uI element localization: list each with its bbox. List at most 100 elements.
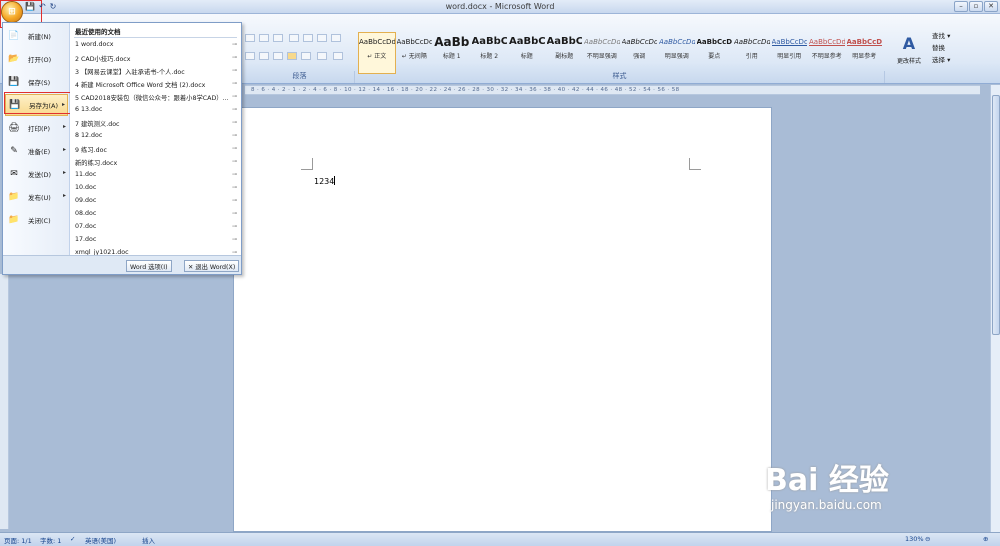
decrease-indent-icon[interactable]: [289, 34, 299, 42]
zoom-in-icon[interactable]: ⊕: [983, 535, 988, 543]
menu-publish[interactable]: 📁 发布(U) ▸: [5, 186, 68, 208]
horizontal-ruler[interactable]: 8 · 6 · 4 · 2 · 1 · 2 · 4 · 6 · 8 · 10 ·…: [245, 85, 980, 95]
shading-icon[interactable]: [333, 52, 343, 60]
multilevel-icon[interactable]: [273, 34, 283, 42]
maximize-icon[interactable]: ▫: [969, 1, 983, 12]
align-left-icon[interactable]: [245, 52, 255, 60]
menu-footer: Word 选项(I) ✕ 退出 Word(X): [3, 255, 241, 274]
scrollbar-thumb[interactable]: [992, 95, 1000, 335]
redo-icon[interactable]: ↻: [50, 2, 57, 11]
align-center-icon[interactable]: [259, 52, 269, 60]
margin-corner-top-right: [689, 158, 701, 170]
undo-icon[interactable]: ↶: [39, 2, 46, 11]
style-intense-emphasis[interactable]: AaBbCcDd 明显强调: [658, 32, 696, 74]
pin-icon[interactable]: ⊸: [232, 93, 237, 100]
recent-doc-item[interactable]: 1 word.docx ⊸: [75, 41, 237, 53]
distribute-icon[interactable]: [301, 52, 311, 60]
pin-icon[interactable]: ⊸: [232, 236, 237, 243]
recent-doc-item[interactable]: 7 建筑测义.doc ⊸: [75, 119, 237, 131]
pin-icon[interactable]: ⊸: [232, 80, 237, 87]
line-spacing-icon[interactable]: [317, 52, 327, 60]
pin-icon[interactable]: ⊸: [232, 132, 237, 139]
style-title[interactable]: AaBbC 标题: [508, 32, 546, 74]
increase-indent-icon[interactable]: [303, 34, 313, 42]
word-options-button[interactable]: Word 选项(I): [126, 260, 172, 272]
style-quote[interactable]: AaBbCcDd 引用: [733, 32, 771, 74]
pin-icon[interactable]: ⊸: [232, 67, 237, 74]
recent-doc-item[interactable]: 07.doc ⊸: [75, 223, 237, 235]
pin-icon[interactable]: ⊸: [232, 210, 237, 217]
zoom-out-icon[interactable]: ⊖: [925, 535, 930, 543]
menu-print[interactable]: 🖨 打印(P) ▸: [5, 117, 68, 139]
recent-doc-item[interactable]: 新的练习.docx ⊸: [75, 158, 237, 170]
document-body[interactable]: 1234: [314, 176, 336, 186]
status-language[interactable]: 英语(美国): [85, 535, 116, 545]
recent-doc-item[interactable]: 08.doc ⊸: [75, 210, 237, 222]
style-emphasis[interactable]: AaBbCcDd 强调: [621, 32, 659, 74]
recent-doc-item[interactable]: 09.doc ⊸: [75, 197, 237, 209]
justify-icon[interactable]: [287, 52, 297, 60]
recent-doc-item[interactable]: 6 13.doc ⊸: [75, 106, 237, 118]
style-subtle-emphasis[interactable]: AaBbCcDd 不明显强调: [583, 32, 621, 74]
vertical-scrollbar[interactable]: [990, 85, 1000, 533]
quick-access-toolbar: 💾 ↶ ↻: [25, 2, 56, 11]
find-button[interactable]: 查找 ▾: [932, 30, 988, 42]
pin-icon[interactable]: ⊸: [232, 106, 237, 113]
select-button[interactable]: 选择 ▾: [932, 54, 988, 66]
pin-icon[interactable]: ⊸: [232, 223, 237, 230]
pin-icon[interactable]: ⊸: [232, 54, 237, 61]
menu-new[interactable]: 📄 新建(N): [5, 25, 68, 47]
status-zoom[interactable]: 130%: [905, 535, 924, 543]
recent-doc-item[interactable]: 4 新建 Microsoft Office Word 文档 (2).docx ⊸: [75, 80, 237, 92]
menu-open[interactable]: 📂 打开(O): [5, 48, 68, 70]
style-heading-2[interactable]: AaBbC 标题 2: [471, 32, 509, 74]
exit-word-button[interactable]: ✕ 退出 Word(X): [184, 260, 240, 272]
align-right-icon[interactable]: [273, 52, 283, 60]
style-intense-quote[interactable]: AaBbCcDd 明显引用: [771, 32, 809, 74]
document-page[interactable]: 1234: [233, 107, 772, 532]
submenu-arrow-icon: ▸: [62, 123, 66, 130]
spellcheck-icon[interactable]: ✓: [70, 535, 75, 543]
recent-doc-item[interactable]: 9 练习.doc ⊸: [75, 145, 237, 157]
status-words[interactable]: 字数: 1: [40, 535, 61, 545]
save-icon[interactable]: 💾: [25, 2, 35, 11]
menu-prepare[interactable]: ✎ 准备(E) ▸: [5, 140, 68, 162]
minimize-icon[interactable]: –: [954, 1, 968, 12]
style-normal[interactable]: AaBbCcDd ↵ 正文: [358, 32, 396, 74]
recent-doc-item[interactable]: 17.doc ⊸: [75, 236, 237, 248]
pin-icon[interactable]: ⊸: [232, 145, 237, 152]
status-page[interactable]: 页面: 1/1: [4, 535, 32, 545]
recent-doc-item[interactable]: 5 CAD2018安装包（微信公众号：跟着小8学CAD）... ⊸: [75, 93, 237, 105]
style-intense-reference[interactable]: AaBbCcDd明显参考: [846, 32, 884, 74]
recent-doc-item[interactable]: 8 12.doc ⊸: [75, 132, 237, 144]
recent-doc-item[interactable]: 3 【网易云课堂】入驻承诺书-个人.doc ⊸: [75, 67, 237, 79]
pin-icon[interactable]: ⊸: [232, 184, 237, 191]
style-subtle-reference[interactable]: AaBbCcDd 不明显参考: [808, 32, 846, 74]
status-insert-mode[interactable]: 插入: [142, 535, 155, 545]
menu-close[interactable]: 📁 关闭(C): [5, 209, 68, 231]
style-subtitle[interactable]: AaBbC 副标题: [546, 32, 584, 74]
pin-icon[interactable]: ⊸: [232, 158, 237, 165]
recent-doc-item[interactable]: 10.doc ⊸: [75, 184, 237, 196]
numbering-icon[interactable]: [259, 34, 269, 42]
document-text: 1234: [314, 177, 335, 186]
recent-doc-item[interactable]: 11.doc ⊸: [75, 171, 237, 183]
replace-button[interactable]: 替换: [932, 42, 988, 54]
change-styles-button[interactable]: A 更改样式: [892, 32, 926, 72]
group-label-styles: 样式: [355, 71, 885, 83]
menu-send[interactable]: ✉ 发送(D) ▸: [5, 163, 68, 185]
pin-icon[interactable]: ⊸: [232, 41, 237, 48]
close-icon[interactable]: ✕: [984, 1, 998, 12]
style-no-spacing[interactable]: AaBbCcDd ↵ 无间隔: [396, 32, 434, 74]
style-heading-1[interactable]: AaBb 标题 1: [433, 32, 471, 74]
pin-icon[interactable]: ⊸: [232, 197, 237, 204]
sort-icon[interactable]: [317, 34, 327, 42]
vertical-ruler[interactable]: [0, 274, 9, 529]
pin-icon[interactable]: ⊸: [232, 171, 237, 178]
pin-icon[interactable]: ⊸: [232, 119, 237, 126]
recent-doc-item[interactable]: 2 CAD小技巧.docx ⊸: [75, 54, 237, 66]
bullets-icon[interactable]: [245, 34, 255, 42]
show-marks-icon[interactable]: [331, 34, 341, 42]
menu-save[interactable]: 💾 保存(S): [5, 71, 68, 93]
style-strong[interactable]: AaBbCcDd要点: [696, 32, 734, 74]
